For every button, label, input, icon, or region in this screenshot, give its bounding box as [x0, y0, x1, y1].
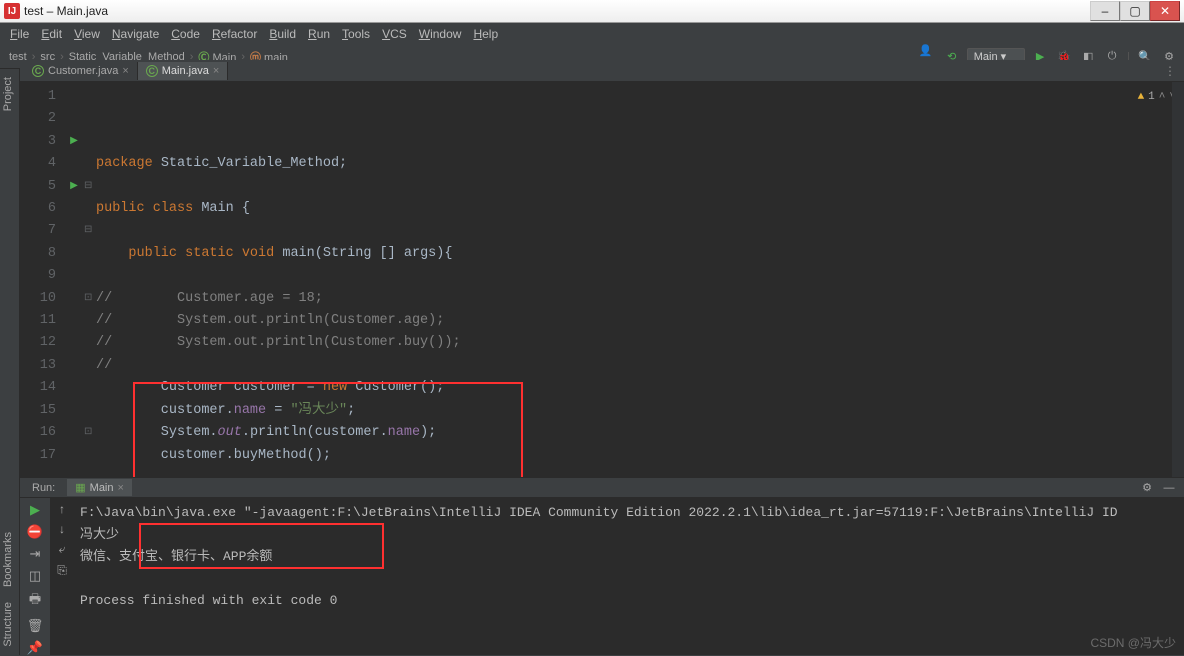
run-tool-header: Run: ▦ Main × ⚙ — [20, 477, 1184, 498]
scroll-icon[interactable]: ⎘ [57, 563, 67, 578]
class-icon: C [32, 65, 44, 77]
menu-help[interactable]: Help [467, 25, 504, 43]
menu-file[interactable]: File [4, 25, 35, 43]
line-gutter: 1234567891011121314151617 [20, 82, 64, 477]
tabs-menu-icon[interactable]: ⋮ [1164, 64, 1184, 78]
code-editor[interactable]: 1234567891011121314151617 ▶ ▶ ⊟ ⊟ ⊡ ⊡ ▲ … [20, 82, 1184, 477]
menu-vcs[interactable]: VCS [376, 25, 413, 43]
console-output[interactable]: F:\Java\bin\java.exe "-javaagent:F:\JetB… [74, 498, 1184, 655]
title-bar: IJ test – Main.java – ▢ ✕ [0, 0, 1184, 23]
run-markers[interactable]: ▶ ▶ [64, 82, 84, 477]
menu-code[interactable]: Code [165, 25, 206, 43]
fold-column[interactable]: ⊟ ⊟ ⊡ ⊡ [84, 82, 96, 477]
menu-tools[interactable]: Tools [336, 25, 376, 43]
tab-label: Customer.java [48, 65, 118, 77]
run-nav-toolbar: ↑ ↓ ⤶ ⎘ [50, 498, 74, 655]
run-tool-body: ▶ ⛔ ⇥ ◫ 🖶 🗑 📌 ↑ ↓ ⤶ ⎘ F:\Java\bin\java.e… [20, 498, 1184, 655]
wrap-icon[interactable]: ⤶ [59, 542, 66, 557]
pin-button[interactable]: 📌 [27, 640, 43, 656]
run-tab-label: Main [90, 482, 114, 494]
delete-button[interactable]: 🗑 [27, 618, 44, 634]
close-tab-icon[interactable]: × [122, 65, 128, 77]
tab-label: Main.java [162, 65, 209, 77]
code-area[interactable]: ▲ 1 ˄ ˅ package Static_Variable_Method; … [96, 82, 1184, 477]
menu-build[interactable]: Build [263, 25, 302, 43]
print-button[interactable]: 🖶 [29, 590, 41, 612]
warning-count: 1 [1148, 86, 1155, 108]
run-tab[interactable]: ▦ Main × [67, 479, 132, 496]
app-icon: IJ [4, 3, 20, 19]
close-tab-icon[interactable]: × [213, 65, 219, 77]
close-run-tab-icon[interactable]: × [118, 482, 124, 494]
exit-button[interactable]: ⇥ [30, 546, 41, 562]
run-label: Run: [24, 482, 63, 494]
maximize-button[interactable]: ▢ [1120, 1, 1150, 21]
inspection-status[interactable]: ▲ 1 ˄ ˅ [1138, 86, 1176, 108]
editor-tabs: C Customer.java × C Main.java × ⋮ [20, 60, 1184, 82]
up-icon[interactable]: ↑ [59, 502, 65, 516]
editor-scrollbar[interactable] [1172, 82, 1184, 477]
editor-tab[interactable]: C Main.java × [138, 62, 229, 80]
menu-bar: FileEditViewNavigateCodeRefactorBuildRun… [0, 23, 1184, 45]
stop-button[interactable]: ⛔ [27, 524, 43, 540]
window-title: test – Main.java [24, 4, 1090, 18]
minimize-button[interactable]: – [1090, 1, 1120, 21]
down-icon[interactable]: ↓ [59, 522, 65, 536]
menu-view[interactable]: View [68, 25, 106, 43]
menu-edit[interactable]: Edit [35, 25, 68, 43]
layout-button[interactable]: ◫ [29, 568, 41, 584]
rerun-button[interactable]: ▶ [30, 502, 40, 518]
editor-tab[interactable]: C Customer.java × [24, 62, 138, 80]
close-button[interactable]: ✕ [1150, 1, 1180, 21]
menu-navigate[interactable]: Navigate [106, 25, 165, 43]
warning-icon: ▲ [1138, 86, 1145, 108]
watermark: CSDN @冯大少 [1090, 634, 1176, 651]
menu-window[interactable]: Window [413, 25, 468, 43]
structure-tool-tab[interactable]: Structure [0, 594, 16, 655]
left-sidebar: Project Bookmarks Structure [0, 69, 20, 655]
hide-panel-icon[interactable]: — [1160, 479, 1178, 497]
menu-run[interactable]: Run [302, 25, 336, 43]
chevron-up-icon[interactable]: ˄ [1159, 86, 1166, 108]
menu-refactor[interactable]: Refactor [206, 25, 263, 43]
run-toolbar: ▶ ⛔ ⇥ ◫ 🖶 🗑 📌 [20, 498, 50, 655]
class-icon: C [146, 65, 158, 77]
bookmarks-tool-tab[interactable]: Bookmarks [0, 524, 16, 595]
project-tool-tab[interactable]: Project [0, 69, 16, 119]
run-settings-icon[interactable]: ⚙ [1138, 479, 1156, 497]
